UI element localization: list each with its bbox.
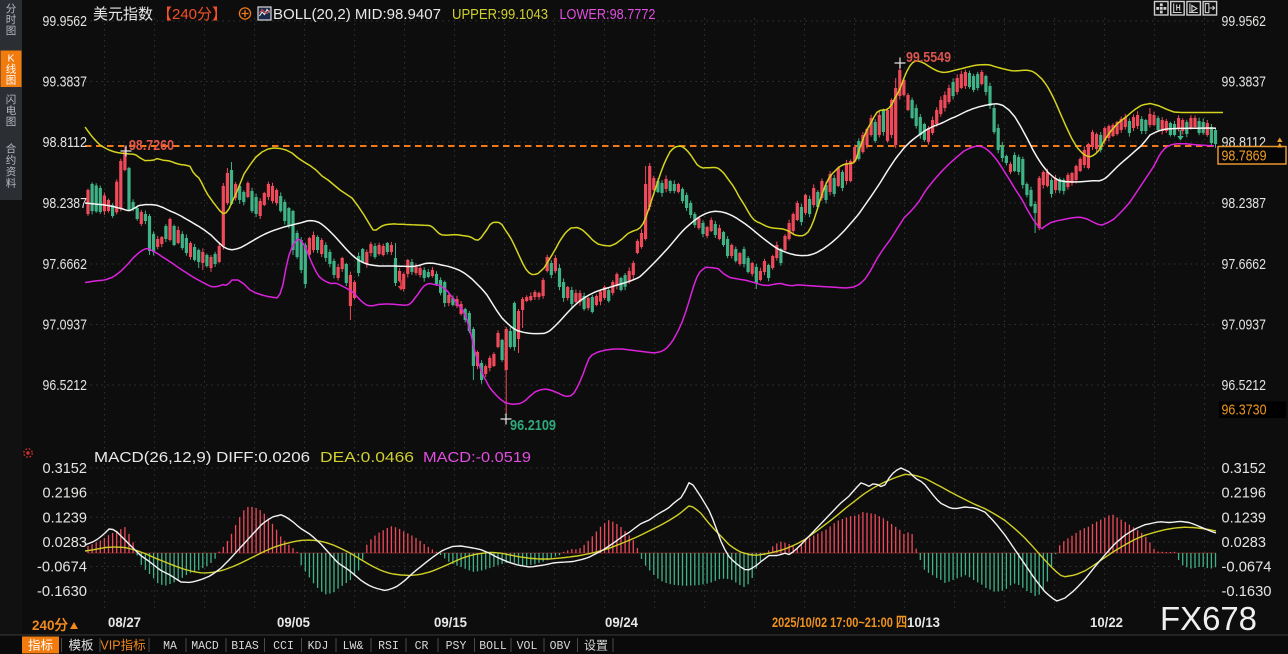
svg-text:96.5212: 96.5212	[43, 377, 88, 394]
svg-text:资: 资	[6, 166, 17, 178]
svg-text:96.2109: 96.2109	[510, 418, 556, 434]
svg-text:99.5549: 99.5549	[906, 50, 951, 66]
svg-text:09/15: 09/15	[434, 614, 467, 630]
svg-text:UPPER:99.1043: UPPER:99.1043	[452, 6, 548, 23]
svg-text:0.1239: 0.1239	[43, 509, 88, 526]
svg-text:DEA:0.0466: DEA:0.0466	[320, 449, 414, 466]
svg-text:OBV: OBV	[550, 640, 571, 653]
svg-text:0.0283: 0.0283	[1222, 534, 1267, 551]
svg-text:98.8112: 98.8112	[43, 134, 88, 151]
svg-text:VOL: VOL	[517, 640, 538, 653]
svg-text:99.3837: 99.3837	[1222, 74, 1267, 91]
svg-text:96.3730: 96.3730	[1222, 402, 1267, 419]
svg-text:LOWER:98.7772: LOWER:98.7772	[560, 6, 656, 23]
svg-text:09/05: 09/05	[277, 614, 310, 630]
svg-text:97.6662: 97.6662	[43, 256, 88, 273]
svg-text:0.0283: 0.0283	[43, 534, 88, 551]
svg-text:FX678: FX678	[1160, 600, 1257, 637]
svg-text:0.2196: 0.2196	[43, 485, 88, 502]
svg-text:240分: 240分	[32, 617, 68, 633]
svg-text:PSY: PSY	[446, 640, 467, 653]
svg-text:97.6662: 97.6662	[1222, 256, 1267, 273]
svg-text:KDJ: KDJ	[308, 640, 329, 653]
svg-text:99.9562: 99.9562	[1222, 13, 1267, 30]
svg-text:99.3837: 99.3837	[43, 74, 88, 91]
svg-text:97.0937: 97.0937	[43, 317, 88, 334]
svg-text:08/27: 08/27	[108, 614, 141, 630]
svg-text:合: 合	[6, 142, 17, 155]
svg-text:LW&: LW&	[343, 640, 364, 653]
svg-text:-0.0674: -0.0674	[37, 559, 87, 576]
svg-text:MA: MA	[163, 640, 177, 653]
svg-text:0.2196: 0.2196	[1222, 485, 1267, 502]
svg-text:MACD(26,12,9) DIFF:0.0206: MACD(26,12,9) DIFF:0.0206	[94, 449, 310, 466]
svg-text:BOLL: BOLL	[479, 640, 507, 653]
svg-text:BOLL(20,2) MID:98.9407: BOLL(20,2) MID:98.9407	[273, 6, 441, 23]
svg-text:CR: CR	[415, 640, 429, 653]
svg-text:设置: 设置	[584, 639, 608, 653]
svg-text:99.9562: 99.9562	[43, 13, 88, 30]
svg-text:2025/10/02 17:00~21:00 四: 2025/10/02 17:00~21:00 四	[772, 614, 907, 630]
svg-text:-0.1630: -0.1630	[37, 583, 87, 600]
svg-text:98.7260: 98.7260	[129, 138, 174, 154]
svg-text:图: 图	[6, 116, 17, 128]
svg-text:MACD:-0.0519: MACD:-0.0519	[423, 449, 531, 466]
svg-text:09/24: 09/24	[605, 614, 638, 630]
svg-text:图: 图	[6, 75, 17, 87]
svg-text:0.3152: 0.3152	[1222, 460, 1267, 477]
svg-text:料: 料	[6, 177, 17, 190]
svg-text:98.7869: 98.7869	[1222, 148, 1267, 165]
svg-text:97.0937: 97.0937	[1222, 317, 1267, 334]
svg-text:指标: 指标	[28, 638, 53, 653]
svg-text:98.2387: 98.2387	[43, 195, 88, 212]
svg-text:-0.0674: -0.0674	[1222, 559, 1272, 576]
svg-text:RSI: RSI	[378, 640, 399, 653]
svg-text:-0.1630: -0.1630	[1222, 583, 1272, 600]
svg-text:0.3152: 0.3152	[43, 460, 88, 477]
svg-text:10/22: 10/22	[1090, 614, 1123, 630]
svg-text:CCI: CCI	[273, 640, 294, 653]
svg-text:图: 图	[6, 25, 17, 37]
svg-text:MACD: MACD	[191, 640, 219, 653]
svg-text:0.1239: 0.1239	[1222, 509, 1267, 526]
svg-text:约: 约	[6, 154, 17, 167]
svg-text:98.2387: 98.2387	[1222, 195, 1267, 212]
svg-text:模板: 模板	[68, 639, 94, 653]
svg-text:【240分】: 【240分】	[157, 6, 227, 23]
svg-text:VIP指标: VIP指标	[100, 638, 145, 653]
svg-text:10/13: 10/13	[907, 614, 940, 630]
svg-text:美元指数: 美元指数	[93, 6, 153, 23]
svg-text:96.5212: 96.5212	[1222, 377, 1267, 394]
svg-text:BIAS: BIAS	[231, 640, 259, 653]
